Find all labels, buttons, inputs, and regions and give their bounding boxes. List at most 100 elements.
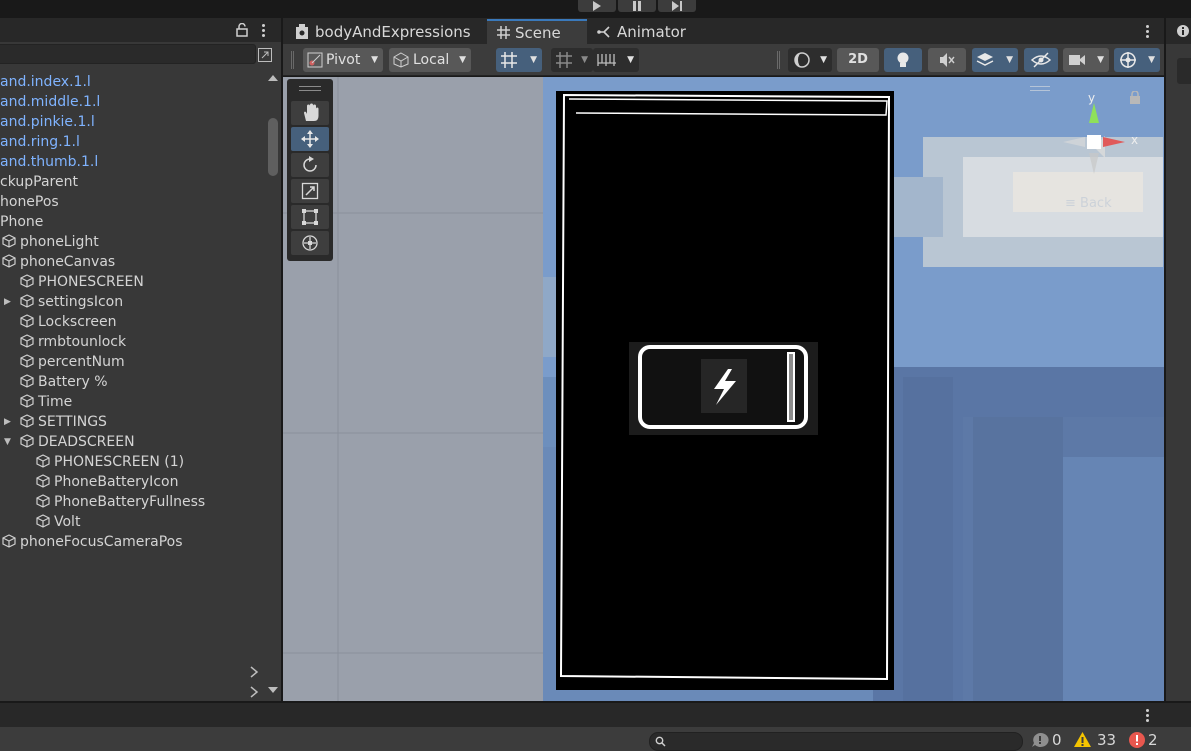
scene-menu-icon[interactable] bbox=[1146, 25, 1150, 40]
hierarchy-item-label: percentNum bbox=[38, 354, 125, 370]
hierarchy-item-label: PHONESCREEN bbox=[38, 274, 144, 290]
hierarchy-item[interactable]: honePos bbox=[0, 192, 59, 212]
lighting-toggle[interactable] bbox=[884, 48, 922, 72]
console-errors-toggle[interactable]: 2 bbox=[1128, 727, 1162, 751]
inspector-edge bbox=[1166, 18, 1191, 701]
hierarchy-item[interactable]: and.ring.1.l bbox=[0, 132, 80, 152]
chevron-down-icon: ▼ bbox=[581, 55, 588, 65]
warning-icon bbox=[1074, 732, 1091, 747]
hierarchy-menu-icon[interactable] bbox=[262, 24, 266, 39]
scene-visibility-toggle[interactable] bbox=[1024, 48, 1058, 72]
draw-mode-dropdown[interactable]: ▼ bbox=[788, 48, 832, 72]
hierarchy-item[interactable]: and.pinkie.1.l bbox=[0, 112, 95, 132]
gameobject-cube-icon bbox=[20, 414, 34, 428]
rotate-tool-button[interactable] bbox=[291, 153, 329, 177]
ruler-toggle[interactable]: ▼ bbox=[593, 48, 639, 72]
warnings-count: 33 bbox=[1097, 731, 1117, 749]
console-messages-toggle[interactable]: 0 bbox=[1031, 727, 1069, 751]
hierarchy-item[interactable]: ▼ DEADSCREEN bbox=[4, 432, 135, 452]
overlay-grip[interactable] bbox=[1030, 86, 1050, 91]
step-button[interactable] bbox=[658, 0, 696, 12]
rect-tool-button[interactable] bbox=[291, 205, 329, 229]
hierarchy-item[interactable]: ▶ settingsIcon bbox=[4, 292, 123, 312]
move-tool-button[interactable] bbox=[291, 127, 329, 151]
hierarchy-item[interactable]: Lockscreen bbox=[20, 312, 116, 332]
hierarchy-item[interactable]: and.middle.1.l bbox=[0, 92, 100, 112]
pause-button[interactable] bbox=[618, 0, 656, 12]
2d-toggle[interactable]: 2D bbox=[837, 48, 879, 72]
hierarchy-item[interactable]: PhoneBatteryFullness bbox=[36, 492, 205, 512]
play-button[interactable] bbox=[578, 0, 616, 12]
scene-toolbar: Pivot ▼ Local ▼ ▼ ▼ ▼ ▼ 2D ▼ ▼ ▼ bbox=[283, 44, 1164, 76]
hierarchy-item-label: DEADSCREEN bbox=[38, 434, 135, 450]
hierarchy-item[interactable]: PHONESCREEN (1) bbox=[36, 452, 184, 472]
hierarchy-item[interactable]: ckupParent bbox=[0, 172, 78, 192]
camera-dropdown[interactable]: ▼ bbox=[1063, 48, 1109, 72]
increment-snap-toggle[interactable]: ▼ bbox=[551, 48, 593, 72]
hierarchy-scrollbar[interactable] bbox=[265, 72, 281, 701]
audio-toggle[interactable] bbox=[928, 48, 966, 72]
hierarchy-item[interactable]: rmbtounlock bbox=[20, 332, 126, 352]
hierarchy-item-label: PhoneBatteryIcon bbox=[54, 474, 179, 490]
console-warnings-toggle[interactable]: 33 bbox=[1073, 727, 1121, 751]
tab-label: Scene bbox=[515, 24, 561, 42]
2d-label: 2D bbox=[848, 52, 868, 67]
console-search-input[interactable] bbox=[649, 732, 1023, 751]
inspector-tab[interactable] bbox=[1166, 18, 1191, 44]
hierarchy-item[interactable]: Phone bbox=[0, 212, 43, 232]
lock-icon[interactable] bbox=[236, 23, 248, 37]
move-arrows-icon bbox=[301, 130, 319, 148]
hierarchy-item-label: and.ring.1.l bbox=[0, 134, 80, 150]
gameobject-cube-icon bbox=[2, 254, 16, 268]
hierarchy-item[interactable]: Volt bbox=[36, 512, 80, 532]
pivot-dropdown[interactable]: Pivot ▼ bbox=[303, 48, 383, 72]
scale-tool-button[interactable] bbox=[291, 179, 329, 203]
tab-animator[interactable]: Animator bbox=[589, 20, 699, 44]
expand-down-icon[interactable]: ▼ bbox=[4, 432, 14, 452]
hierarchy-item[interactable]: PhoneBatteryIcon bbox=[36, 472, 178, 492]
hierarchy-item-label: Lockscreen bbox=[38, 314, 117, 330]
hierarchy-item[interactable]: ▶ SETTINGS bbox=[4, 412, 107, 432]
chevron-right-icon[interactable] bbox=[249, 686, 259, 698]
gameobject-cube-icon bbox=[36, 474, 50, 488]
inspector-field[interactable] bbox=[1177, 58, 1191, 84]
hierarchy-item[interactable]: percentNum bbox=[20, 352, 125, 372]
console-menu-icon[interactable] bbox=[1146, 709, 1150, 724]
hierarchy-item[interactable]: Time bbox=[20, 392, 72, 412]
scroll-down-icon[interactable] bbox=[268, 686, 278, 694]
increment-snap-icon bbox=[556, 52, 572, 68]
hierarchy-item[interactable]: phoneFocusCameraPos bbox=[2, 532, 183, 552]
gameobject-cube-icon bbox=[20, 434, 34, 448]
scroll-up-icon[interactable] bbox=[268, 74, 278, 82]
hierarchy-item[interactable]: phoneLight bbox=[2, 232, 99, 252]
lightbulb-icon bbox=[897, 52, 909, 67]
hierarchy-item-label: and.thumb.1.l bbox=[0, 154, 99, 170]
hierarchy-item-label: phoneLight bbox=[20, 234, 99, 250]
orientation-gizmo[interactable]: y x ≡ Back bbox=[1055, 91, 1155, 211]
tab-bodyandexpressions[interactable]: bodyAndExpressions bbox=[287, 20, 485, 44]
gizmos-dropdown[interactable]: ▼ bbox=[1114, 48, 1160, 72]
scroll-thumb[interactable] bbox=[268, 118, 278, 176]
hierarchy-item[interactable]: Battery % bbox=[20, 372, 108, 392]
scene-tab-bar: bodyAndExpressions Scene Animator bbox=[283, 18, 1164, 44]
hierarchy-item[interactable]: phoneCanvas bbox=[2, 252, 115, 272]
grid-snap-toggle[interactable]: ▼ bbox=[496, 48, 542, 72]
tab-scene[interactable]: Scene bbox=[487, 19, 587, 44]
hierarchy-item[interactable]: PHONESCREEN bbox=[20, 272, 144, 292]
collapse-icon[interactable] bbox=[257, 47, 273, 63]
chevron-right-icon[interactable] bbox=[249, 666, 259, 678]
chevron-down-icon: ▼ bbox=[371, 55, 378, 65]
transform-tool-button[interactable] bbox=[291, 231, 329, 255]
local-dropdown[interactable]: Local ▼ bbox=[389, 48, 471, 72]
expand-right-icon[interactable]: ▶ bbox=[4, 292, 14, 312]
expand-right-icon[interactable]: ▶ bbox=[4, 412, 14, 432]
hierarchy-item[interactable]: and.index.1.l bbox=[0, 72, 91, 92]
hierarchy-search-field[interactable] bbox=[0, 44, 256, 64]
local-label: Local bbox=[413, 52, 450, 68]
hand-tool-button[interactable] bbox=[291, 101, 329, 125]
hierarchy-item[interactable]: and.thumb.1.l bbox=[0, 152, 98, 172]
scene-viewport[interactable]: y x ≡ Back bbox=[283, 77, 1164, 701]
hierarchy-item-label: Time bbox=[38, 394, 73, 410]
effects-dropdown[interactable]: ▼ bbox=[972, 48, 1018, 72]
tab-label: Animator bbox=[617, 23, 686, 41]
